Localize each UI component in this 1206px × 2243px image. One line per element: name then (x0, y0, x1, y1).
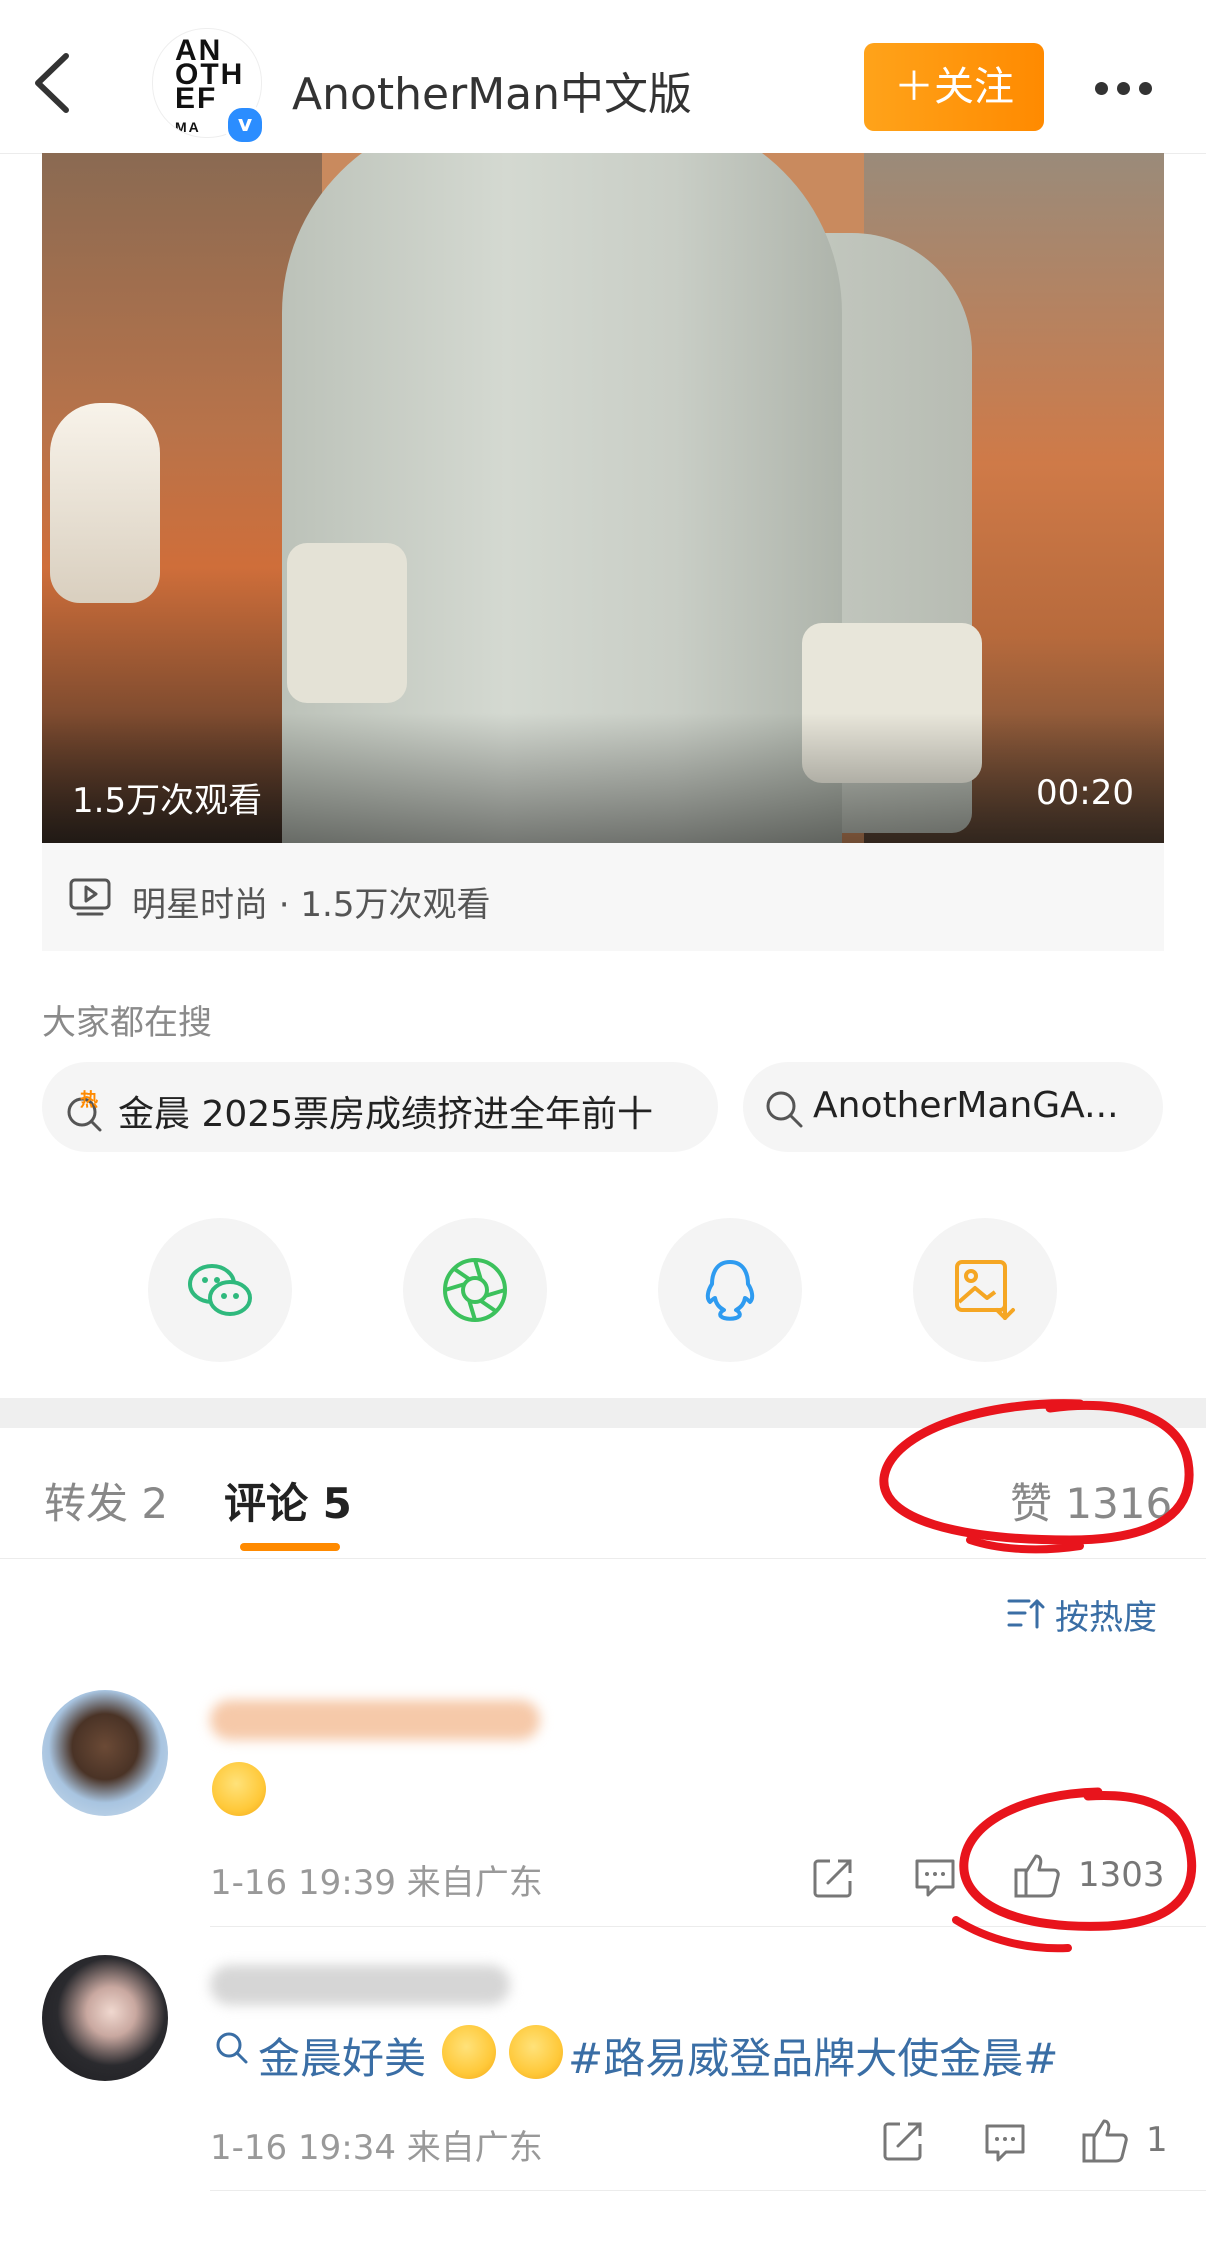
back-button[interactable] (28, 50, 88, 120)
repost-comment-button[interactable] (810, 1855, 856, 1905)
follow-button[interactable]: ＋关注 (864, 43, 1044, 131)
search-suggestion-chip[interactable]: 热 金晨 2025票房成绩挤进全年前十 (42, 1062, 718, 1152)
commenter-name-blurred[interactable] (210, 1700, 540, 1740)
search-suggestion-chip[interactable]: AnotherManGA... (743, 1062, 1163, 1152)
commenter-name-blurred[interactable] (210, 1965, 510, 2005)
share-icon (813, 1859, 852, 1898)
account-name[interactable]: AnotherMan中文版 (292, 58, 692, 122)
search-suggestion-text: 金晨 2025票房成绩挤进全年前十 (118, 1094, 654, 1135)
heart-eyes-emoji-icon (442, 2025, 496, 2079)
save-image-icon (955, 1260, 1015, 1320)
video-cuff-left (287, 543, 407, 703)
commenter-avatar[interactable] (42, 1955, 168, 2081)
comment-emoji (442, 2025, 564, 2079)
qq-icon (705, 1260, 755, 1321)
share-icon (883, 2122, 922, 2161)
annotation-circle-likes-total (870, 1390, 1206, 1574)
back-arrow-icon (35, 53, 69, 113)
tab-comments[interactable]: 评论 5 (224, 1470, 352, 1531)
comment-like-count: 1 (1146, 2120, 1168, 2160)
commenter-avatar[interactable] (42, 1690, 168, 1816)
svg-text:热: 热 (80, 1089, 98, 1111)
active-tab-indicator (240, 1543, 340, 1551)
comment-hashtag-link[interactable]: #路易威登品牌大使金晨# (568, 2025, 1058, 2086)
video-player[interactable] (42, 153, 1164, 843)
verified-badge-icon: v (225, 105, 265, 145)
thumbs-up-icon (1082, 2119, 1128, 2163)
sort-icon[interactable] (1005, 1593, 1045, 1637)
wechat-icon (188, 1264, 252, 1316)
comment-meta: 1-16 19:39 来自广东 (210, 1863, 543, 1903)
hot-search-icon: 热 (62, 1088, 110, 1136)
comment-icon (985, 2124, 1025, 2162)
save-image-button[interactable] (913, 1218, 1057, 1362)
sort-by-hot-button[interactable]: 按热度 (1055, 1590, 1157, 1639)
tab-repost[interactable]: 转发 2 (44, 1470, 168, 1531)
trending-search-label: 大家都在搜 (42, 1003, 212, 1043)
like-comment-button[interactable] (1080, 2115, 1130, 2169)
search-suggestion-text: AnotherManGA... (813, 1085, 1119, 1126)
comment-emoji (212, 1762, 266, 1816)
comment-topic-link[interactable]: 金晨好美 (258, 2025, 426, 2086)
share-moments-button[interactable] (403, 1218, 547, 1362)
comment-divider (210, 2190, 1206, 2191)
repost-comment-button[interactable] (880, 2118, 926, 2168)
annotation-circle-comment-likes (948, 1780, 1202, 1964)
reply-comment-button[interactable] (982, 2120, 1028, 2170)
video-channel-icon (68, 877, 112, 921)
more-options-icon[interactable] (1095, 80, 1161, 99)
comment-search-icon (212, 2028, 252, 2072)
video-view-count: 1.5万次观看 (72, 781, 263, 821)
heart-eyes-emoji-icon (509, 2025, 564, 2079)
share-wechat-button[interactable] (148, 1218, 292, 1362)
comment-meta: 1-16 19:34 来自广东 (210, 2128, 543, 2168)
crying-emoji-icon (212, 1762, 266, 1816)
video-lamp (50, 403, 160, 603)
video-info-text: 明星时尚 · 1.5万次观看 (132, 885, 491, 925)
share-qq-button[interactable] (658, 1218, 802, 1362)
video-duration: 00:20 (1036, 773, 1134, 813)
moments-icon (443, 1258, 507, 1322)
search-icon (763, 1088, 807, 1136)
